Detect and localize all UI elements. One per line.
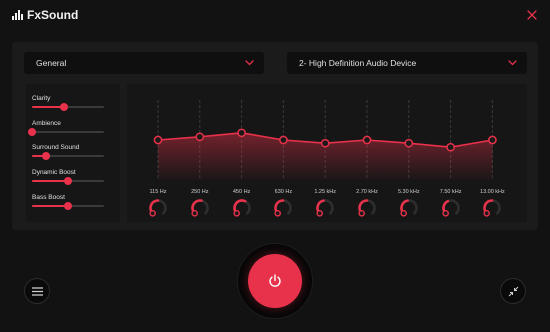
eq-band-dial[interactable]: [397, 196, 421, 220]
eq-band-handle[interactable]: [488, 135, 497, 145]
hamburger-menu-icon: [31, 286, 43, 296]
slider-track[interactable]: [32, 177, 104, 185]
close-icon: [527, 10, 537, 20]
slider-track[interactable]: [28, 128, 104, 136]
slider-knob[interactable]: [64, 202, 72, 210]
output-device-value: 2- High Definition Audio Device: [299, 58, 417, 68]
dial-knob[interactable]: [400, 210, 407, 217]
slider-track[interactable]: [32, 152, 104, 160]
eq-band-handle[interactable]: [446, 142, 455, 152]
effect-label: Dynamic Boost: [32, 169, 76, 176]
chevron-down-icon: [245, 60, 254, 66]
close-button[interactable]: [524, 7, 540, 23]
effect-slider-dynamic-boost[interactable]: Dynamic Boost: [32, 169, 108, 185]
preset-value: General: [36, 58, 67, 68]
effect-label: Bass Boost: [32, 194, 65, 201]
eq-frequency-label: 7.50 kHz: [439, 189, 462, 195]
minimize-view-button[interactable]: [500, 278, 526, 304]
equalizer-bars-icon: [12, 10, 23, 20]
slider-track[interactable]: [32, 202, 104, 210]
eq-band-dial[interactable]: [313, 196, 337, 220]
dial-knob[interactable]: [274, 210, 282, 217]
eq-frequency-label: 450 Hz: [232, 189, 251, 195]
power-ring: [237, 243, 313, 319]
eq-frequency-label: 5.30 kHz: [397, 189, 420, 195]
effect-label: Surround Sound: [32, 144, 80, 151]
chevron-down-icon: [508, 60, 517, 66]
eq-band-dial[interactable]: [188, 196, 212, 220]
slider-track[interactable]: [32, 103, 104, 111]
eq-band-handle[interactable]: [279, 135, 288, 145]
slider-knob[interactable]: [28, 128, 36, 136]
power-icon: [269, 274, 281, 287]
menu-button[interactable]: [24, 278, 50, 304]
eq-frequency-label: 13.00 kHz: [480, 189, 505, 195]
eq-band-handle[interactable]: [153, 135, 163, 145]
preset-dropdown[interactable]: General: [24, 52, 264, 74]
collapse-arrows-icon: [508, 286, 518, 296]
eq-frequency-label: 115 Hz: [149, 189, 167, 195]
effects-panel: Clarity Ambience Surround Sound Dynamic Boo…: [26, 84, 120, 222]
eq-frequency-label: 250 Hz: [191, 189, 209, 195]
eq-frequency-label: 2.70 kHz: [356, 189, 378, 195]
eq-band-dial[interactable]: [230, 196, 254, 220]
effect-slider-ambience[interactable]: Ambience: [28, 120, 108, 136]
title-bar: FxSound: [0, 0, 550, 32]
dial-knob[interactable]: [441, 210, 449, 217]
slider-knob[interactable]: [64, 177, 72, 185]
eq-frequency-label: 1.25 kHz: [314, 189, 337, 195]
eq-band-handle[interactable]: [404, 138, 414, 148]
dial-knob[interactable]: [232, 210, 240, 217]
eq-band-dial[interactable]: [271, 196, 295, 220]
eq-band-dial[interactable]: [355, 196, 379, 220]
effect-label: Ambience: [32, 120, 61, 127]
slider-knob[interactable]: [42, 152, 51, 160]
eq-band-dial[interactable]: [480, 196, 504, 220]
eq-band-dial[interactable]: [146, 196, 170, 220]
eq-frequency-label: 630 Hz: [274, 189, 293, 195]
effect-slider-clarity[interactable]: Clarity: [32, 95, 108, 111]
slider-fill: [32, 180, 68, 182]
effect-slider-bass-boost[interactable]: Bass Boost: [32, 194, 108, 210]
eq-band-handle[interactable]: [195, 132, 205, 142]
effect-label: Clarity: [32, 95, 51, 102]
app-logo: FxSound: [12, 8, 78, 22]
app-name: FxSound: [27, 8, 79, 22]
slider-fill: [32, 205, 68, 207]
dial-knob[interactable]: [358, 210, 365, 217]
effect-slider-surround-sound[interactable]: Surround Sound: [32, 144, 108, 160]
eq-band-handle[interactable]: [362, 135, 372, 145]
dial-knob[interactable]: [191, 210, 198, 217]
eq-band-dial[interactable]: [439, 196, 463, 220]
dial-knob[interactable]: [483, 210, 491, 217]
output-device-dropdown[interactable]: 2- High Definition Audio Device: [287, 52, 527, 74]
slider-knob[interactable]: [60, 103, 69, 111]
dial-knob[interactable]: [316, 210, 324, 217]
eq-band-handle[interactable]: [320, 138, 330, 148]
dial-knob[interactable]: [149, 210, 156, 217]
power-button[interactable]: [248, 254, 302, 308]
eq-band-handle[interactable]: [237, 128, 246, 138]
